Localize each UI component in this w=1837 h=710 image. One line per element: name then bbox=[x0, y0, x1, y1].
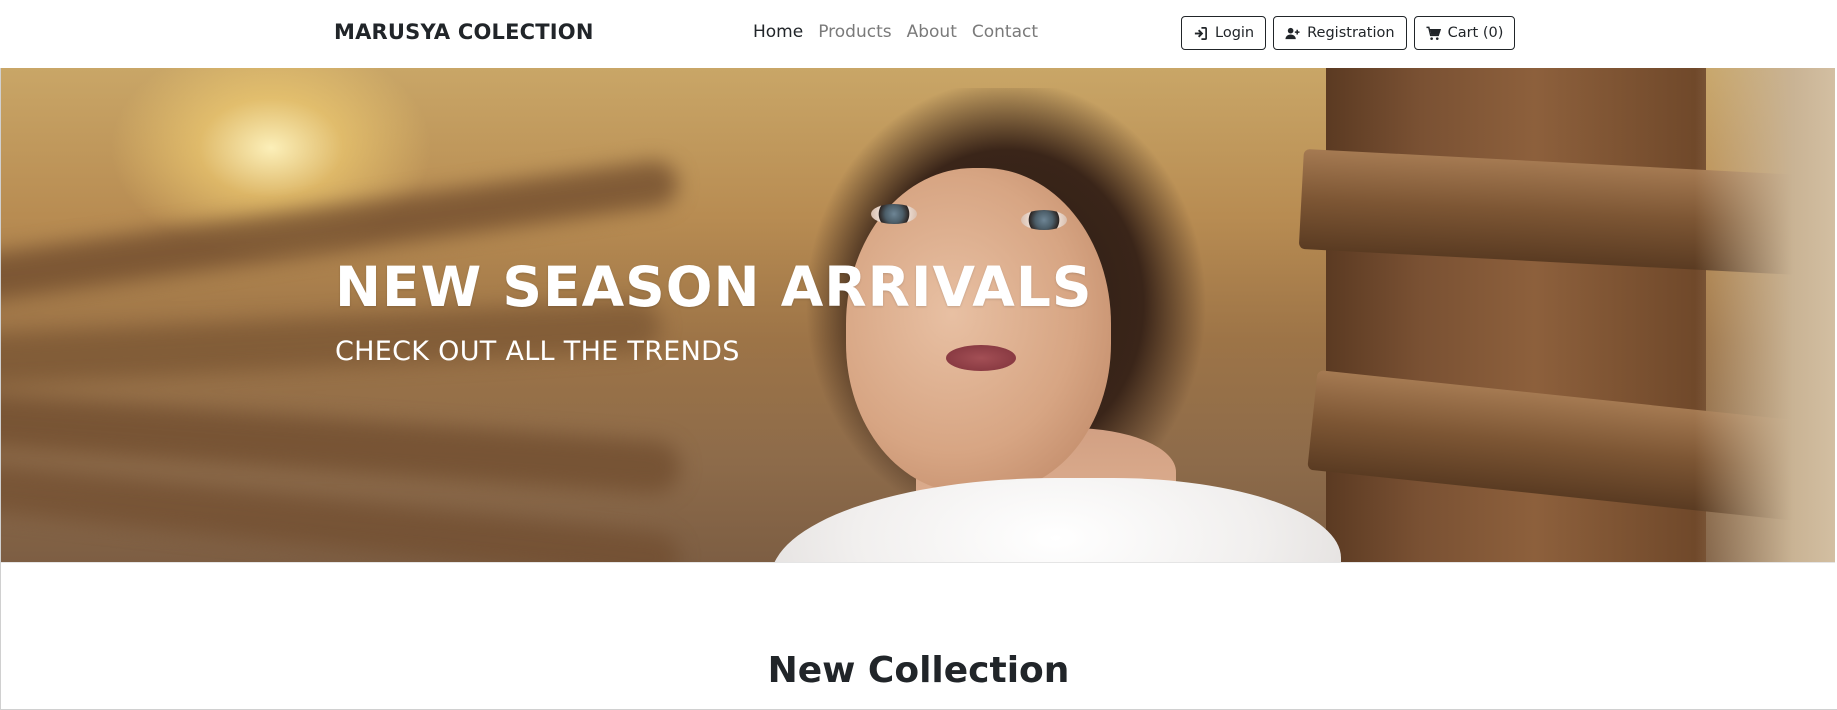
sign-in-icon bbox=[1194, 26, 1207, 40]
brand-logo[interactable]: MARUSYA COLECTION bbox=[334, 20, 594, 44]
login-button[interactable]: Login bbox=[1181, 16, 1267, 50]
cart-button[interactable]: Cart (0) bbox=[1413, 16, 1516, 50]
hero-title: NEW SEASON ARRIVALS bbox=[335, 255, 1093, 319]
registration-button[interactable]: Registration bbox=[1273, 16, 1407, 50]
cart-icon bbox=[1426, 26, 1441, 40]
model-lips bbox=[946, 345, 1016, 371]
nav-link-contact[interactable]: Contact bbox=[972, 22, 1038, 42]
hero-edge-fade bbox=[1695, 68, 1835, 562]
nav-link-home[interactable]: Home bbox=[753, 22, 803, 42]
login-button-label: Login bbox=[1215, 25, 1255, 41]
section-title: New Collection bbox=[767, 650, 1070, 691]
nav-buttons: Login Registration Cart (0) bbox=[1181, 16, 1516, 50]
nav-links: Home Products About Contact bbox=[753, 22, 1053, 42]
user-plus-icon bbox=[1285, 27, 1300, 39]
registration-button-label: Registration bbox=[1307, 25, 1395, 41]
nav-link-about[interactable]: About bbox=[907, 22, 957, 42]
model-eye bbox=[871, 204, 917, 224]
model-eye bbox=[1021, 210, 1067, 230]
nav-link-products[interactable]: Products bbox=[818, 22, 891, 42]
hero-banner: NEW SEASON ARRIVALS CHECK OUT ALL THE TR… bbox=[1, 68, 1835, 563]
cart-button-label: Cart (0) bbox=[1447, 25, 1504, 41]
hero-subtitle: CHECK OUT ALL THE TRENDS bbox=[335, 336, 740, 367]
navbar: MARUSYA COLECTION Home Products About Co… bbox=[0, 0, 1837, 68]
